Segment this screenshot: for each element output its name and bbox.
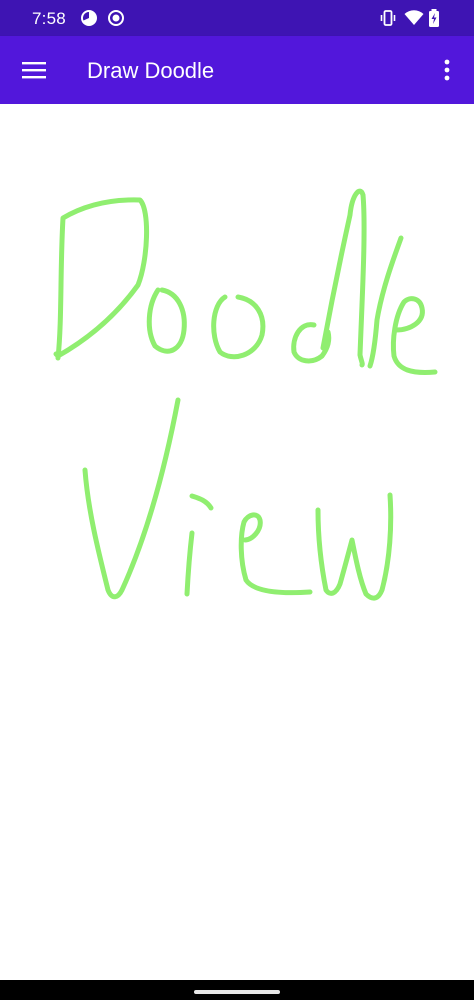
doodle-stroke-i-dot <box>189 493 214 511</box>
overflow-menu-button[interactable] <box>423 46 471 94</box>
system-navigation-bar <box>0 980 474 1000</box>
doodle-stroke-o2 <box>211 294 266 360</box>
status-time: 7:58 <box>32 9 66 28</box>
app-bar: Draw Doodle <box>0 36 474 104</box>
doodle-stroke-d <box>53 197 149 361</box>
doodle-stroke-e2 <box>238 512 313 596</box>
doodle-stroke-w <box>315 492 394 601</box>
status-bar: 7:58 <box>0 0 474 36</box>
doodle-drawing <box>53 188 438 601</box>
hamburger-menu-icon <box>22 62 46 79</box>
record-icon <box>108 10 124 26</box>
vibrate-icon <box>380 10 396 26</box>
drawing-canvas[interactable] <box>0 104 474 980</box>
doodle-stroke-o1 <box>146 287 187 354</box>
doodle-stroke-v <box>82 397 181 600</box>
pie-chart-icon <box>81 10 97 26</box>
page-title: Draw Doodle <box>87 58 215 83</box>
doodle-stroke-i <box>184 530 195 597</box>
overflow-menu-icon <box>444 59 450 81</box>
gesture-handle[interactable] <box>194 990 280 994</box>
navigation-menu-button[interactable] <box>10 46 58 94</box>
battery-charging-icon <box>429 9 439 27</box>
doodle-stroke-e <box>390 296 438 375</box>
wifi-icon <box>404 10 424 25</box>
doodle-stroke-l <box>367 235 404 369</box>
